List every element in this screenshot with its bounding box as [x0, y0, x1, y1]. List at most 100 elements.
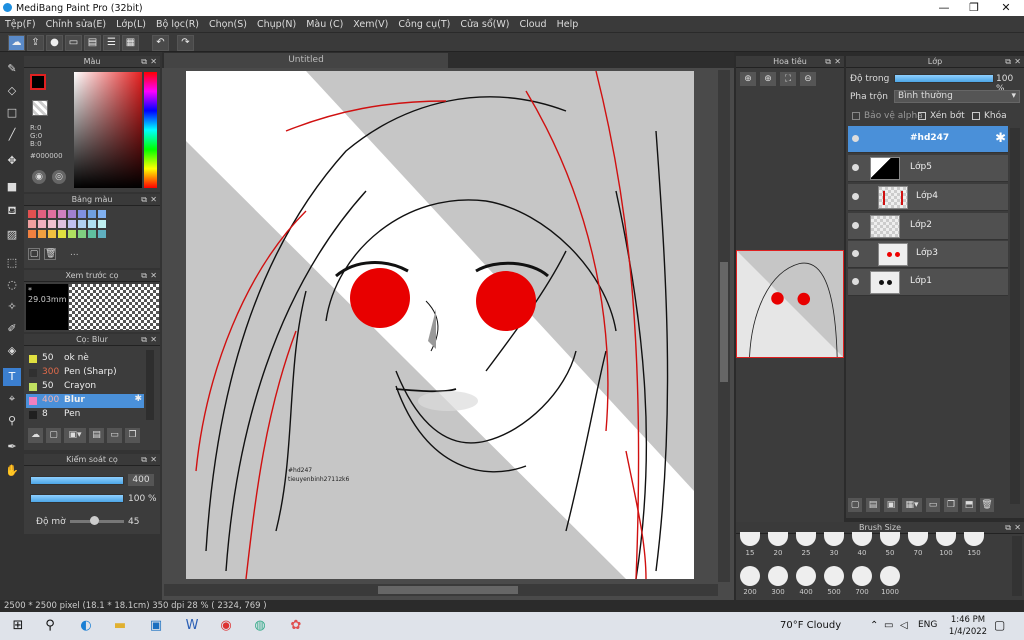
lock-checkbox[interactable]	[972, 112, 980, 120]
brush-size-circle[interactable]	[740, 566, 760, 586]
file-explorer-icon[interactable]: ▬	[110, 616, 130, 636]
menu-help[interactable]: Help	[552, 19, 584, 30]
brush-size-circle[interactable]	[740, 532, 760, 546]
dropper-tool-icon[interactable]: ⚲	[3, 412, 21, 430]
zoom-out-icon[interactable]: ⊖	[800, 72, 816, 86]
close-icon[interactable]: ✕	[150, 270, 157, 282]
menu-view[interactable]: Xem(V)	[348, 19, 393, 30]
menu-window[interactable]: Cửa sổ(W)	[455, 19, 514, 30]
select-tool-icon[interactable]: ⬚	[3, 254, 21, 272]
menu-layer[interactable]: Lớp(L)	[111, 19, 151, 30]
chrome-icon[interactable]: ◉	[216, 616, 236, 636]
palette-swatch[interactable]	[98, 210, 106, 218]
brush-size-circle[interactable]	[964, 532, 984, 546]
gradient-tool-icon[interactable]: ▨	[3, 226, 21, 244]
brush-item[interactable]: 300 Pen (Sharp)	[26, 366, 144, 380]
search-icon[interactable]: ⚲	[40, 616, 60, 636]
hand-tool-icon[interactable]: ✋	[3, 462, 21, 480]
menu-cloud[interactable]: Cloud	[514, 19, 551, 30]
brush-size-circle[interactable]	[768, 566, 788, 586]
chat-icon[interactable]: ▭	[65, 35, 82, 51]
eye-icon[interactable]	[852, 222, 859, 229]
copy-layer-icon[interactable]: ▣	[884, 498, 898, 512]
brush-size-value[interactable]: 400	[128, 474, 154, 486]
color-settings-icon[interactable]: ◎	[52, 170, 66, 184]
duplicate-icon[interactable]: ❐	[125, 428, 140, 443]
palette-swatch[interactable]	[78, 220, 86, 228]
close-icon[interactable]: ✕	[1014, 56, 1021, 68]
pin-icon[interactable]: ⧉	[141, 56, 147, 68]
trash-icon[interactable]: 🗑	[980, 498, 994, 512]
brush-tool-icon[interactable]: ✎	[3, 60, 21, 78]
edge-browser-icon[interactable]: ◐	[76, 616, 96, 636]
palette-swatch[interactable]	[58, 210, 66, 218]
brush-list-scrollbar[interactable]	[146, 350, 154, 420]
tray-up-icon[interactable]: ⌃	[870, 620, 878, 631]
brush-size-circle[interactable]	[824, 566, 844, 586]
eye-icon[interactable]	[852, 193, 859, 200]
brush-settings-icon[interactable]: ▤	[89, 428, 104, 443]
brush-size-circle[interactable]	[796, 532, 816, 546]
background-color-swatch[interactable]	[32, 100, 48, 116]
brush-size-scrollbar[interactable]	[1012, 536, 1022, 596]
zoom-in-icon[interactable]: ⊕	[740, 72, 756, 86]
palette-swatch[interactable]	[58, 220, 66, 228]
palette-swatch[interactable]	[88, 210, 96, 218]
foreground-color-swatch[interactable]	[30, 74, 46, 90]
palette-swatch[interactable]	[38, 230, 46, 238]
hue-slider[interactable]	[144, 72, 157, 188]
brush-size-circle[interactable]	[852, 566, 872, 586]
blend-mode-select[interactable]: Bình thường ▾	[894, 90, 1020, 103]
brush-item[interactable]: 8 Pen	[26, 408, 144, 422]
color-wheel-icon[interactable]: ◉	[32, 170, 46, 184]
shape-tool-icon[interactable]: □	[3, 104, 21, 122]
eye-icon[interactable]	[852, 135, 859, 142]
menu-snap[interactable]: Chụp(N)	[252, 19, 301, 30]
language-indicator[interactable]: ENG	[918, 620, 937, 630]
app-taskbar-icon[interactable]: ◍	[250, 616, 270, 636]
palette-swatch[interactable]	[68, 210, 76, 218]
palette-swatch[interactable]	[78, 210, 86, 218]
magic-wand-icon[interactable]: ✧	[3, 298, 21, 316]
comment-icon[interactable]: ●	[46, 35, 63, 51]
grid-icon[interactable]: ▦	[122, 35, 139, 51]
operation-tool-icon[interactable]: ⌖	[3, 390, 21, 408]
brush-size-circle[interactable]	[880, 566, 900, 586]
word-icon[interactable]: W	[182, 616, 202, 636]
clipping-checkbox[interactable]	[918, 112, 926, 120]
weather[interactable]: 70°F Cloudy	[780, 620, 841, 631]
density-slider-handle[interactable]	[90, 516, 100, 525]
pin-icon[interactable]: ⧉	[1005, 522, 1011, 534]
brush-size-circle[interactable]	[852, 532, 872, 546]
menu-file[interactable]: Tệp(F)	[0, 19, 41, 30]
navigator-preview[interactable]	[736, 250, 844, 358]
vertical-scrollbar[interactable]	[718, 70, 730, 582]
brush-size-slider[interactable]	[30, 476, 124, 485]
zoom-in-alt-icon[interactable]: ⊕	[760, 72, 776, 86]
pin-icon[interactable]: ⧉	[825, 56, 831, 68]
brush-size-circle[interactable]	[936, 532, 956, 546]
palette-swatch[interactable]	[68, 220, 76, 228]
drawing-canvas[interactable]: #hd247 tieuyenbinh2711zk6	[186, 71, 694, 579]
pin-icon[interactable]: ⧉	[1005, 56, 1011, 68]
horizontal-scrollbar[interactable]	[164, 584, 718, 596]
brush-item[interactable]: 50 Crayon	[26, 380, 144, 394]
line-tool-icon[interactable]: ╱	[3, 126, 21, 144]
palette-swatch[interactable]	[68, 230, 76, 238]
menu-filter[interactable]: Bộ lọc(R)	[151, 19, 204, 30]
new-layer-icon[interactable]: ▢	[848, 498, 862, 512]
brush-size-circle[interactable]	[908, 532, 928, 546]
fit-icon[interactable]: ⛶	[780, 72, 796, 86]
fill-rect-tool-icon[interactable]: ■	[3, 178, 21, 196]
brush-size-circle[interactable]	[796, 566, 816, 586]
pin-icon[interactable]: ⧉	[141, 194, 147, 206]
clock-time[interactable]: 1:46 PM	[950, 615, 986, 625]
pin-icon[interactable]: ⧉	[141, 334, 147, 346]
brush-size-circle[interactable]	[768, 532, 788, 546]
close-button[interactable]: ✕	[990, 0, 1022, 16]
palette-swatch[interactable]	[98, 230, 106, 238]
eye-icon[interactable]	[852, 164, 859, 171]
palette-swatch[interactable]	[48, 220, 56, 228]
close-icon[interactable]: ✕	[150, 334, 157, 346]
protect-alpha-checkbox[interactable]	[852, 112, 860, 120]
